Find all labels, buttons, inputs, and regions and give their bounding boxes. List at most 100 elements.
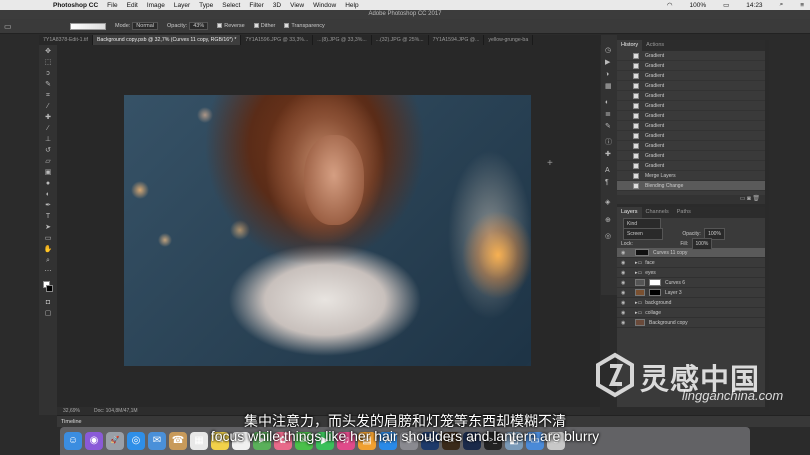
- eraser-tool-icon[interactable]: ▱: [43, 158, 53, 165]
- layer-name[interactable]: background: [645, 298, 671, 308]
- history-item[interactable]: Gradient: [617, 71, 765, 81]
- history-item[interactable]: Gradient: [617, 151, 765, 161]
- wifi-icon[interactable]: ◠: [667, 1, 673, 9]
- visibility-eye-icon[interactable]: ◉: [621, 298, 627, 308]
- visibility-eye-icon[interactable]: ◉: [621, 258, 627, 268]
- move-tool-icon[interactable]: ✥: [43, 48, 53, 55]
- tab-document-6[interactable]: 7Y1A1594.JPG @...: [429, 35, 485, 45]
- visibility-eye-icon[interactable]: ◉: [621, 288, 627, 298]
- tab-document-7[interactable]: yellow-grunge-ba: [484, 35, 534, 45]
- menu-help[interactable]: Help: [345, 2, 358, 9]
- actions-panel-icon[interactable]: ▶: [605, 59, 613, 66]
- layer-name[interactable]: Background copy: [649, 318, 688, 328]
- pen-tool-icon[interactable]: ✒: [43, 202, 53, 209]
- history-item[interactable]: Gradient: [617, 51, 765, 61]
- layer-name[interactable]: Curves 6: [665, 278, 685, 288]
- gradient-tool-icon[interactable]: ▣: [43, 169, 53, 176]
- info-panel-icon[interactable]: ⓘ: [605, 139, 613, 146]
- document-image[interactable]: [124, 95, 531, 366]
- navigator-panel-icon[interactable]: ✚: [605, 151, 613, 158]
- menu-select[interactable]: Select: [222, 2, 240, 9]
- menu-image[interactable]: Image: [147, 2, 165, 9]
- history-item[interactable]: Gradient: [617, 141, 765, 151]
- eyedropper-tool-icon[interactable]: ⁄: [43, 103, 53, 110]
- layer-row[interactable]: ◉ ▸▭ background: [617, 298, 765, 308]
- layer-name[interactable]: face: [645, 258, 654, 268]
- opacity-input[interactable]: 43%: [189, 22, 209, 30]
- quick-select-tool-icon[interactable]: ✎: [43, 81, 53, 88]
- history-item[interactable]: Gradient: [617, 81, 765, 91]
- gradient-picker[interactable]: [70, 22, 106, 30]
- layer-row[interactable]: ◉ ▸▭ collage: [617, 308, 765, 318]
- tab-paths[interactable]: Paths: [673, 207, 695, 218]
- menu-app-name[interactable]: Photoshop CC: [53, 2, 98, 9]
- battery-icon[interactable]: ▭: [723, 1, 729, 9]
- type-tool-icon[interactable]: T: [43, 213, 53, 220]
- history-item[interactable]: Gradient: [617, 161, 765, 171]
- paragraph-panel-icon[interactable]: ¶: [605, 179, 613, 186]
- layer-name[interactable]: eyes: [645, 268, 656, 278]
- layer-row[interactable]: ◉ ▸▭ eyes: [617, 268, 765, 278]
- tab-document-5[interactable]: ...(32).JPG @ 25%...: [372, 35, 429, 45]
- menu-list-icon[interactable]: ≡: [800, 2, 804, 9]
- character-panel-icon[interactable]: A: [605, 167, 613, 174]
- layer-row[interactable]: ◉ Background copy: [617, 318, 765, 328]
- zoom-tool-icon[interactable]: ⌕: [43, 257, 53, 264]
- brush-panel-icon[interactable]: ✎: [605, 123, 613, 130]
- history-item[interactable]: Gradient: [617, 61, 765, 71]
- healing-tool-icon[interactable]: ✚: [43, 114, 53, 121]
- adjustments-panel-icon[interactable]: ◐: [605, 99, 613, 106]
- layer-mask-thumbnail[interactable]: [649, 289, 661, 296]
- menu-edit[interactable]: Edit: [127, 2, 138, 9]
- menu-3d[interactable]: 3D: [273, 2, 281, 9]
- delete-state-icon[interactable]: 🗑: [752, 196, 760, 202]
- screen-mode-icon[interactable]: ▢: [43, 310, 53, 317]
- visibility-eye-icon[interactable]: ◉: [621, 248, 627, 258]
- color-panel-icon[interactable]: ◑: [605, 71, 613, 78]
- layer-name[interactable]: Layer 3: [665, 288, 682, 298]
- history-item[interactable]: Gradient: [617, 121, 765, 131]
- mode-select[interactable]: Normal: [132, 22, 159, 30]
- menu-type[interactable]: Type: [199, 2, 213, 9]
- history-item[interactable]: Gradient: [617, 101, 765, 111]
- visibility-eye-icon[interactable]: ◉: [621, 308, 627, 318]
- marquee-tool-icon[interactable]: ⬚: [43, 59, 53, 66]
- layer-name[interactable]: Curves 11 copy: [653, 248, 687, 258]
- transparency-checkbox[interactable]: [284, 23, 290, 28]
- battery-percent[interactable]: 100%: [690, 2, 707, 9]
- tab-document-4[interactable]: ...(8).JPG @ 33,3%...: [313, 35, 372, 45]
- visibility-eye-icon[interactable]: ◉: [621, 318, 627, 328]
- reverse-checkbox[interactable]: [217, 23, 223, 28]
- dither-checkbox[interactable]: [253, 23, 259, 28]
- menu-file[interactable]: File: [107, 2, 117, 9]
- color-swatches[interactable]: [43, 281, 53, 293]
- history-item[interactable]: Merge Layers: [617, 171, 765, 181]
- history-item[interactable]: Gradient: [617, 131, 765, 141]
- styles-panel-icon[interactable]: ◎: [605, 233, 613, 240]
- tab-layers[interactable]: Layers: [617, 207, 642, 218]
- gradient-tool-icon[interactable]: ▭: [4, 22, 12, 31]
- swatches-panel-icon[interactable]: ▦: [605, 83, 613, 90]
- layer-row[interactable]: ◉ ▸▭ face: [617, 258, 765, 268]
- layer-row[interactable]: ◉ Curves 6: [617, 278, 765, 288]
- tab-actions[interactable]: Actions: [642, 40, 668, 51]
- brush-tool-icon[interactable]: ∕: [43, 125, 53, 132]
- quick-mask-icon[interactable]: ◘: [43, 299, 53, 306]
- layer-mask-thumbnail[interactable]: [649, 279, 661, 286]
- dodge-tool-icon[interactable]: ◐: [43, 191, 53, 198]
- tab-document-1[interactable]: 7Y1A8378-Edit-1.tif: [39, 35, 93, 45]
- camera-icon[interactable]: ◙: [747, 196, 751, 202]
- properties-panel-icon[interactable]: ≣: [605, 111, 613, 118]
- tab-history[interactable]: History: [617, 40, 643, 51]
- history-item-selected[interactable]: Blending Change: [617, 181, 765, 191]
- history-brush-tool-icon[interactable]: ↺: [43, 147, 53, 154]
- menu-filter[interactable]: Filter: [249, 2, 263, 9]
- tab-document-active[interactable]: Background copy.psb @ 32,7% (Curves 11 c…: [93, 35, 242, 45]
- menu-window[interactable]: Window: [313, 2, 336, 9]
- 3d-panel-icon[interactable]: ◈: [605, 199, 613, 206]
- layer-row[interactable]: ◉ Layer 3: [617, 288, 765, 298]
- history-item[interactable]: Gradient: [617, 91, 765, 101]
- fill-input[interactable]: 100%: [691, 238, 713, 250]
- lasso-tool-icon[interactable]: ↄ: [43, 70, 53, 77]
- crop-tool-icon[interactable]: ⌗: [43, 92, 53, 99]
